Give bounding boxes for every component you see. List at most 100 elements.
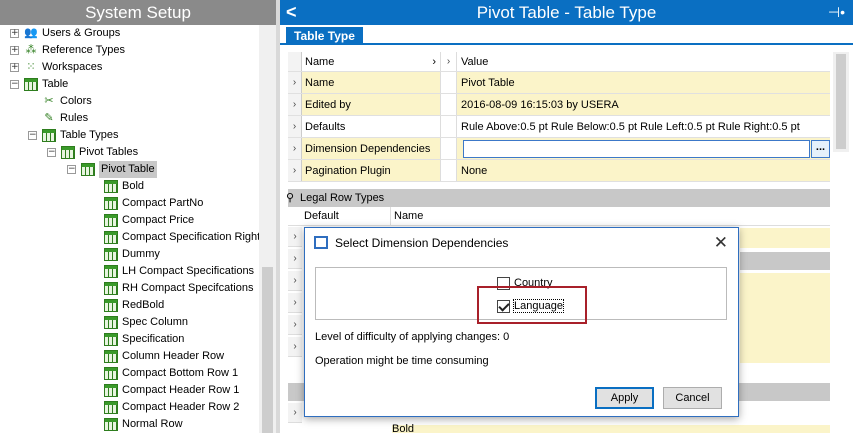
tree-item[interactable]: ✂ Colors (28, 93, 92, 110)
tree-item-label: Colors (60, 95, 92, 107)
tree-item[interactable]: LH Compact Specifications (103, 263, 254, 280)
tree-item[interactable]: + ⁂ Reference Types (10, 42, 125, 59)
setup-tree: + 👥 Users & Groups + ⁂ Reference Types + ⁙ Works… (0, 25, 259, 433)
grid-row[interactable]: › Edited by 2016-08-09 16:15:03 by USERA (288, 94, 830, 116)
tree-item-label: LH Compact Specifications (122, 265, 255, 277)
tree-item-label: Rules (60, 112, 89, 124)
tree-item-label: Compact Header Row 2 (122, 401, 240, 413)
grid-row[interactable]: › Name Pivot Table (288, 72, 830, 94)
tree-item[interactable]: Bold (103, 178, 144, 195)
property-value[interactable]: None (457, 160, 830, 181)
expand-icon[interactable]: + (10, 46, 19, 55)
row-indicator[interactable]: › (288, 315, 302, 335)
tree-item-label: Compact Specification Right (122, 231, 259, 243)
yellow-row-strip (740, 228, 830, 248)
tree-item[interactable]: Compact Bottom Row 1 (103, 365, 238, 382)
collapse-icon[interactable]: − (67, 165, 76, 174)
tree-item-label: Table Types (60, 129, 119, 141)
expand-icon[interactable]: + (10, 63, 19, 72)
apply-button[interactable]: Apply (595, 387, 654, 409)
tree-item-label: Spec Column (122, 316, 189, 328)
tree-item[interactable]: − Pivot Tables (47, 144, 138, 161)
grid-scrollbar-thumb[interactable] (836, 54, 846, 149)
table-type-icon (103, 367, 119, 381)
row-indicator[interactable]: › (288, 72, 302, 93)
tree-item[interactable]: Column Header Row (103, 348, 224, 365)
tree-item-label: Compact PartNo (122, 197, 204, 209)
tab-table-type[interactable]: Table Type (286, 27, 363, 45)
tree-item[interactable]: Specification (103, 331, 184, 348)
tree-item[interactable]: Compact Specification Right (103, 229, 259, 246)
tree-item[interactable]: RedBold (103, 297, 164, 314)
tree-item[interactable]: Dummy (103, 246, 160, 263)
table-types-icon (41, 129, 57, 143)
system-setup-panel: System Setup + 👥 Users & Groups + ⁂ Reference… (0, 0, 276, 433)
row-indicator[interactable]: › (288, 160, 302, 181)
panel-title: Pivot Table - Table Type (476, 3, 657, 22)
difficulty-text: Level of difficulty of applying changes:… (315, 331, 510, 343)
row-indicator[interactable]: › (288, 227, 302, 247)
row-indicator[interactable]: › (288, 116, 302, 137)
cancel-button[interactable]: Cancel (663, 387, 722, 409)
collapse-icon[interactable]: − (28, 131, 37, 140)
legal-row-types-section[interactable]: ⚲ Legal Row Types (286, 189, 830, 207)
tree-item-label: Table (42, 78, 69, 90)
tree-item[interactable]: − Pivot Table (67, 161, 157, 178)
ellipsis-button[interactable]: ... (811, 140, 830, 158)
tree-item[interactable]: ✎ Rules (28, 110, 88, 127)
grid-row[interactable]: › Defaults Rule Above:0.5 pt Rule Below:0.… (288, 116, 830, 138)
tree-item[interactable]: Normal Row (103, 416, 183, 433)
collapse-icon[interactable]: − (47, 148, 56, 157)
property-name: Dimension Dependencies (302, 138, 441, 159)
table-type-icon (103, 214, 119, 228)
tree-item-label: Pivot Table (99, 161, 157, 178)
table-icon (23, 78, 39, 92)
tree-item-label: RedBold (122, 299, 165, 311)
grid-row[interactable]: › Dimension Dependencies... (288, 138, 830, 160)
tree-item[interactable]: Compact Header Row 1 (103, 382, 239, 399)
property-value[interactable]: Rule Above:0.5 pt Rule Below:0.5 pt Rule… (457, 116, 830, 137)
row-indicator[interactable]: › (288, 403, 302, 423)
rules-icon: ✎ (44, 112, 54, 124)
window-icon (314, 236, 328, 249)
dimension-dependencies-field[interactable] (463, 140, 810, 158)
table-type-icon (103, 299, 119, 313)
pivot-tables-icon (60, 146, 76, 160)
tree-item-label: Specification (122, 333, 185, 345)
bottom-row-value: Bold (392, 423, 415, 433)
pin-icon[interactable]: ⚲ (286, 189, 294, 207)
tree-item[interactable]: Compact Price (103, 212, 194, 229)
tree-scrollbar-thumb[interactable] (262, 267, 273, 433)
property-value[interactable]: Pivot Table (457, 72, 830, 93)
tree-item[interactable]: − Table (10, 76, 68, 93)
tree-item[interactable]: Compact Header Row 2 (103, 399, 239, 416)
tree-item-label: Users & Groups (42, 27, 121, 39)
row-indicator[interactable]: › (288, 94, 302, 115)
row-indicator (288, 52, 302, 71)
tree-item[interactable]: − Table Types (28, 127, 119, 144)
tree-item[interactable]: + ⁙ Workspaces (10, 59, 102, 76)
row-indicator[interactable]: › (288, 293, 302, 313)
tree-item[interactable]: Compact PartNo (103, 195, 203, 212)
grid-row[interactable]: › Pagination Plugin None (288, 160, 830, 182)
pin-icon[interactable]: ⊣• (828, 0, 845, 25)
table-type-icon (103, 265, 119, 279)
grid-scrollbar[interactable] (833, 52, 849, 152)
row-indicator[interactable]: › (288, 138, 302, 159)
collapse-icon[interactable]: − (10, 80, 19, 89)
dialog-titlebar: Select Dimension Dependencies ✕ (305, 228, 738, 258)
close-icon[interactable]: ✕ (714, 228, 728, 258)
tree-item[interactable]: Spec Column (103, 314, 188, 331)
tree-item[interactable]: RH Compact Specifcations (103, 280, 253, 297)
row-indicator[interactable]: › (288, 337, 302, 357)
tree-item-label: Pivot Tables (79, 146, 139, 158)
property-value[interactable]: 2016-08-09 16:15:03 by USERA (457, 94, 830, 115)
legal-row-types-title: Legal Row Types (300, 192, 385, 204)
table-type-icon (103, 401, 119, 415)
tree-item-label: Column Header Row (122, 350, 225, 362)
expand-icon[interactable]: + (10, 29, 19, 38)
row-indicator[interactable]: › (288, 271, 302, 291)
tree-scrollbar[interactable] (259, 25, 276, 433)
tree-item[interactable]: + 👥 Users & Groups (10, 25, 120, 42)
row-indicator[interactable]: › (288, 249, 302, 269)
